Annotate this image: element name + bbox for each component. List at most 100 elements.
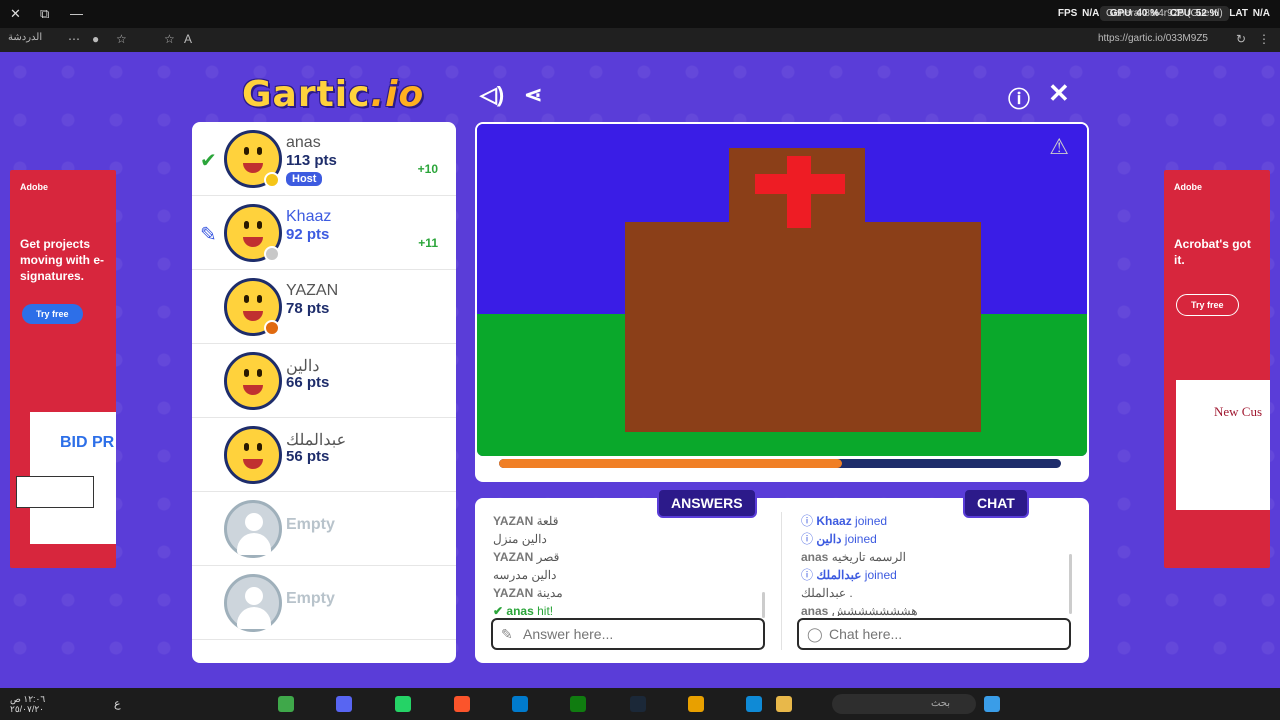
- windows-start-icon[interactable]: [984, 696, 1000, 712]
- player-row[interactable]: ✔ anas 113 pts Host +10: [192, 122, 456, 196]
- chat-line: ⓘ دالين joined: [801, 532, 877, 546]
- answer-line: دالين مدرسه: [493, 568, 557, 582]
- player-status-dot: [264, 246, 280, 262]
- perf-overlay: FPS N/A GPU 40 % CPU 52 % LAT N/A: [1057, 8, 1270, 19]
- player-points: 66 pts: [286, 374, 330, 391]
- exit-icon[interactable]: ✕: [1048, 78, 1070, 109]
- bookmark-icon[interactable]: ☆: [164, 32, 175, 46]
- info-icon[interactable]: ⓘ: [1008, 82, 1030, 114]
- round-progress-fill: [499, 459, 842, 468]
- chat-field-box: ◯: [797, 618, 1071, 650]
- empty-label: Empty: [286, 590, 335, 607]
- panel-divider: [781, 512, 782, 650]
- empty-slot: Empty: [192, 492, 456, 566]
- player-status-dot: [264, 320, 280, 336]
- info-icon: ⓘ: [801, 532, 814, 546]
- drawing-board: ⚠: [475, 122, 1089, 482]
- chat-line: anas هششششششش: [801, 604, 918, 616]
- favorites-icon[interactable]: ☆: [116, 32, 127, 46]
- player-points: 92 pts: [286, 226, 330, 243]
- more-icon[interactable]: ⋯: [68, 32, 80, 46]
- taskbar-search[interactable]: بحث: [832, 694, 976, 714]
- pencil-icon: ✎: [501, 626, 513, 642]
- points-gain: +10: [417, 162, 438, 176]
- chrome-icon[interactable]: [688, 696, 704, 712]
- player-name: دالين: [286, 358, 320, 375]
- answers-scrollbar[interactable]: [762, 592, 765, 618]
- left-ad-try-free-button[interactable]: Try free: [22, 304, 83, 324]
- empty-avatar: [224, 500, 282, 558]
- file-explorer-icon[interactable]: [776, 696, 792, 712]
- chat-line: عبدالملك .: [801, 586, 853, 600]
- right-ad-document: New Cus: [1176, 380, 1270, 510]
- player-row[interactable]: YAZAN 78 pts: [192, 270, 456, 344]
- cross-vertical: [787, 156, 811, 228]
- chat-line: ⓘ Khaaz joined: [801, 514, 888, 528]
- player-name: عبدالملك: [286, 432, 347, 449]
- drawing-pencil-icon: ✎: [200, 224, 217, 246]
- check-icon: ✔: [493, 604, 504, 616]
- chat-scrollbar[interactable]: [1069, 554, 1072, 614]
- share-icon[interactable]: ⋖: [524, 82, 542, 108]
- adobe-logo: Adobe: [1174, 182, 1202, 192]
- gartic-logo[interactable]: Gartic.io: [242, 74, 424, 115]
- edge-icon[interactable]: [746, 696, 762, 712]
- read-aloud-icon[interactable]: A: [184, 32, 192, 46]
- player-name: YAZAN: [286, 282, 339, 299]
- steam-icon[interactable]: [630, 696, 646, 712]
- game-page: Gartic.io ◁) ⋖ ⓘ ✕ ✔ anas 113 pts Host +10 ✎ K…: [0, 52, 1280, 688]
- player-status-dot: [264, 172, 280, 188]
- browser-menu-icon[interactable]: ⋮: [1258, 32, 1270, 46]
- right-ad-banner[interactable]: Adobe Acrobat's got it. Try free New Cus: [1164, 170, 1270, 568]
- vscode-icon[interactable]: [512, 696, 528, 712]
- profile-icon[interactable]: ●: [92, 32, 99, 46]
- chat-line: ⓘ عبدالملك joined: [801, 568, 897, 582]
- avatar: [224, 352, 282, 410]
- player-row[interactable]: عبدالملك 56 pts: [192, 418, 456, 492]
- chat-bubble-icon: ◯: [807, 626, 823, 642]
- adobe-logo: Adobe: [20, 182, 48, 192]
- player-name: anas: [286, 134, 321, 151]
- url-text[interactable]: https://gartic.io/033M9Z5: [1098, 33, 1208, 44]
- chat-line: anas الرسمه تاريخيه: [801, 550, 907, 564]
- empty-label: Empty: [286, 516, 335, 533]
- back-to-chat-label[interactable]: الدردشة: [8, 32, 42, 43]
- answer-input[interactable]: [523, 625, 753, 643]
- language-indicator[interactable]: ع: [114, 697, 121, 710]
- report-warning-icon[interactable]: ⚠: [1049, 134, 1069, 160]
- empty-slot: Empty: [192, 566, 456, 640]
- left-ad-text: Get projects moving with e-signatures.: [20, 237, 104, 283]
- brave-icon[interactable]: [454, 696, 470, 712]
- chat-list: ⓘ Khaaz joined ⓘ دالين joined anas الرسمه …: [801, 512, 1071, 616]
- building-body: [625, 222, 981, 432]
- hit-line: ✔ anas hit!: [493, 604, 554, 616]
- player-row[interactable]: دالين 66 pts: [192, 344, 456, 418]
- close-window-button[interactable]: ✕: [10, 6, 21, 22]
- answers-chat-panel: ANSWERS CHAT YAZAN قلعة دالين منزل YAZAN …: [475, 488, 1089, 663]
- app-icon[interactable]: [278, 696, 294, 712]
- answer-line: YAZAN مدينة: [493, 586, 563, 600]
- drawing-canvas[interactable]: [477, 124, 1087, 456]
- maximize-window-button[interactable]: ⧉: [40, 6, 49, 22]
- chat-input[interactable]: [829, 625, 1059, 643]
- empty-avatar: [224, 574, 282, 632]
- player-points: 78 pts: [286, 300, 330, 317]
- round-progress-bar: [499, 459, 1061, 468]
- xbox-icon[interactable]: [570, 696, 586, 712]
- answer-line: دالين منزل: [493, 532, 547, 546]
- discord-icon[interactable]: [336, 696, 352, 712]
- info-icon: ⓘ: [801, 514, 814, 528]
- right-ad-try-free-button[interactable]: Try free: [1176, 294, 1239, 316]
- players-panel: ✔ anas 113 pts Host +10 ✎ Khaaz 92 pts +11 YAZAN 7…: [192, 122, 456, 663]
- sound-icon[interactable]: ◁): [480, 82, 504, 108]
- info-icon: ⓘ: [801, 568, 814, 582]
- player-row[interactable]: ✎ Khaaz 92 pts +11: [192, 196, 456, 270]
- host-badge: Host: [286, 172, 323, 186]
- minimize-window-button[interactable]: —: [70, 6, 83, 21]
- whatsapp-icon[interactable]: [395, 696, 411, 712]
- points-gain: +11: [418, 236, 438, 250]
- left-ad-banner[interactable]: Adobe Get projects moving with e-signatu…: [10, 170, 116, 568]
- tray-clock[interactable]: ١٢:٠٦ ص ٢٥/٠٧/٢٠: [10, 694, 45, 714]
- player-points: 56 pts: [286, 448, 330, 465]
- refresh-icon[interactable]: ↻: [1236, 32, 1246, 46]
